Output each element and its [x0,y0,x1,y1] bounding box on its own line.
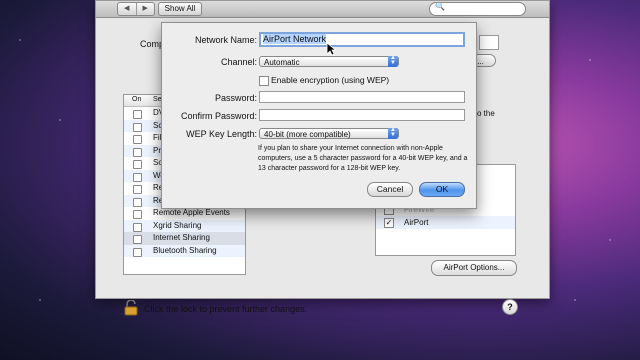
search-icon: 🔍 [435,2,445,11]
confirm-password-label: Confirm Password: [180,111,257,121]
cancel-button[interactable]: Cancel [367,182,413,197]
search-field[interactable]: 🔍 [429,2,526,16]
service-name: Internet Sharing [153,233,210,242]
wep-key-length-popup[interactable]: 40-bit (more compatible) ▲ ▼ [259,127,399,139]
wep-note-text: If you plan to share your Internet conne… [258,145,468,172]
password-field[interactable] [259,91,465,103]
network-name-label: Network Name: [194,35,257,45]
nav-buttons: ◀ ▶ [117,2,155,16]
back-button[interactable]: ◀ [118,3,136,15]
computer-name-field[interactable] [479,35,499,50]
service-row[interactable]: Xgrid Sharing [124,219,245,232]
lock-text: Click the lock to prevent further change… [144,304,308,314]
port-row[interactable]: ✓ AirPort [376,216,515,229]
service-row[interactable]: Bluetooth Sharing [124,244,245,257]
port-checkbox[interactable]: ✓ [384,218,394,228]
lock-icon[interactable] [124,300,138,316]
port-name: AirPort [404,218,429,227]
network-name-value: AirPort Network [263,34,327,44]
wep-key-length-value: 40-bit (more compatible) [264,130,351,139]
channel-popup[interactable]: Automatic ▲ ▼ [259,55,399,67]
confirm-password-field[interactable] [259,109,465,121]
service-checkbox[interactable] [133,210,142,219]
channel-value: Automatic [264,58,300,67]
internet-sharing-sheet: Network Name: AirPort Network Channel: A… [161,22,477,209]
enable-encryption-label: Enable encryption (using WEP) [271,75,390,85]
popup-arrows-icon: ▲ ▼ [388,127,398,139]
wep-key-length-label: WEP Key Length: [186,129,257,139]
service-checkbox[interactable] [133,160,142,169]
service-checkbox[interactable] [133,110,142,119]
service-checkbox[interactable] [133,235,142,244]
service-name: Bluetooth Sharing [153,245,217,255]
service-checkbox[interactable] [133,222,142,232]
forward-button[interactable]: ▶ [135,3,155,15]
ok-button[interactable]: OK [419,182,465,197]
enable-encryption-checkbox[interactable] [259,76,269,86]
airport-options-button[interactable]: AirPort Options... [431,260,517,276]
service-name: Xgrid Sharing [153,220,202,230]
network-name-field[interactable]: AirPort Network [259,32,465,47]
service-checkbox[interactable] [133,135,142,144]
popup-arrows-icon: ▲ ▼ [388,55,398,67]
service-checkbox[interactable] [133,122,142,132]
show-all-button[interactable]: Show All [158,2,202,16]
service-checkbox[interactable] [133,197,142,207]
password-label: Password: [214,93,257,103]
service-checkbox[interactable] [133,147,142,157]
window-toolbar: ◀ ▶ Show All 🔍 [96,1,549,18]
on-column-header[interactable]: On [132,96,141,103]
service-row[interactable]: Internet Sharing [124,232,245,245]
service-checkbox[interactable] [133,247,142,257]
service-checkbox[interactable] [133,185,142,194]
channel-label: Channel: [220,57,257,67]
mouse-pointer-icon [326,42,336,56]
service-checkbox[interactable] [133,172,142,182]
help-button[interactable]: ? [502,299,518,315]
internet-sharing-info: o the [477,109,495,118]
